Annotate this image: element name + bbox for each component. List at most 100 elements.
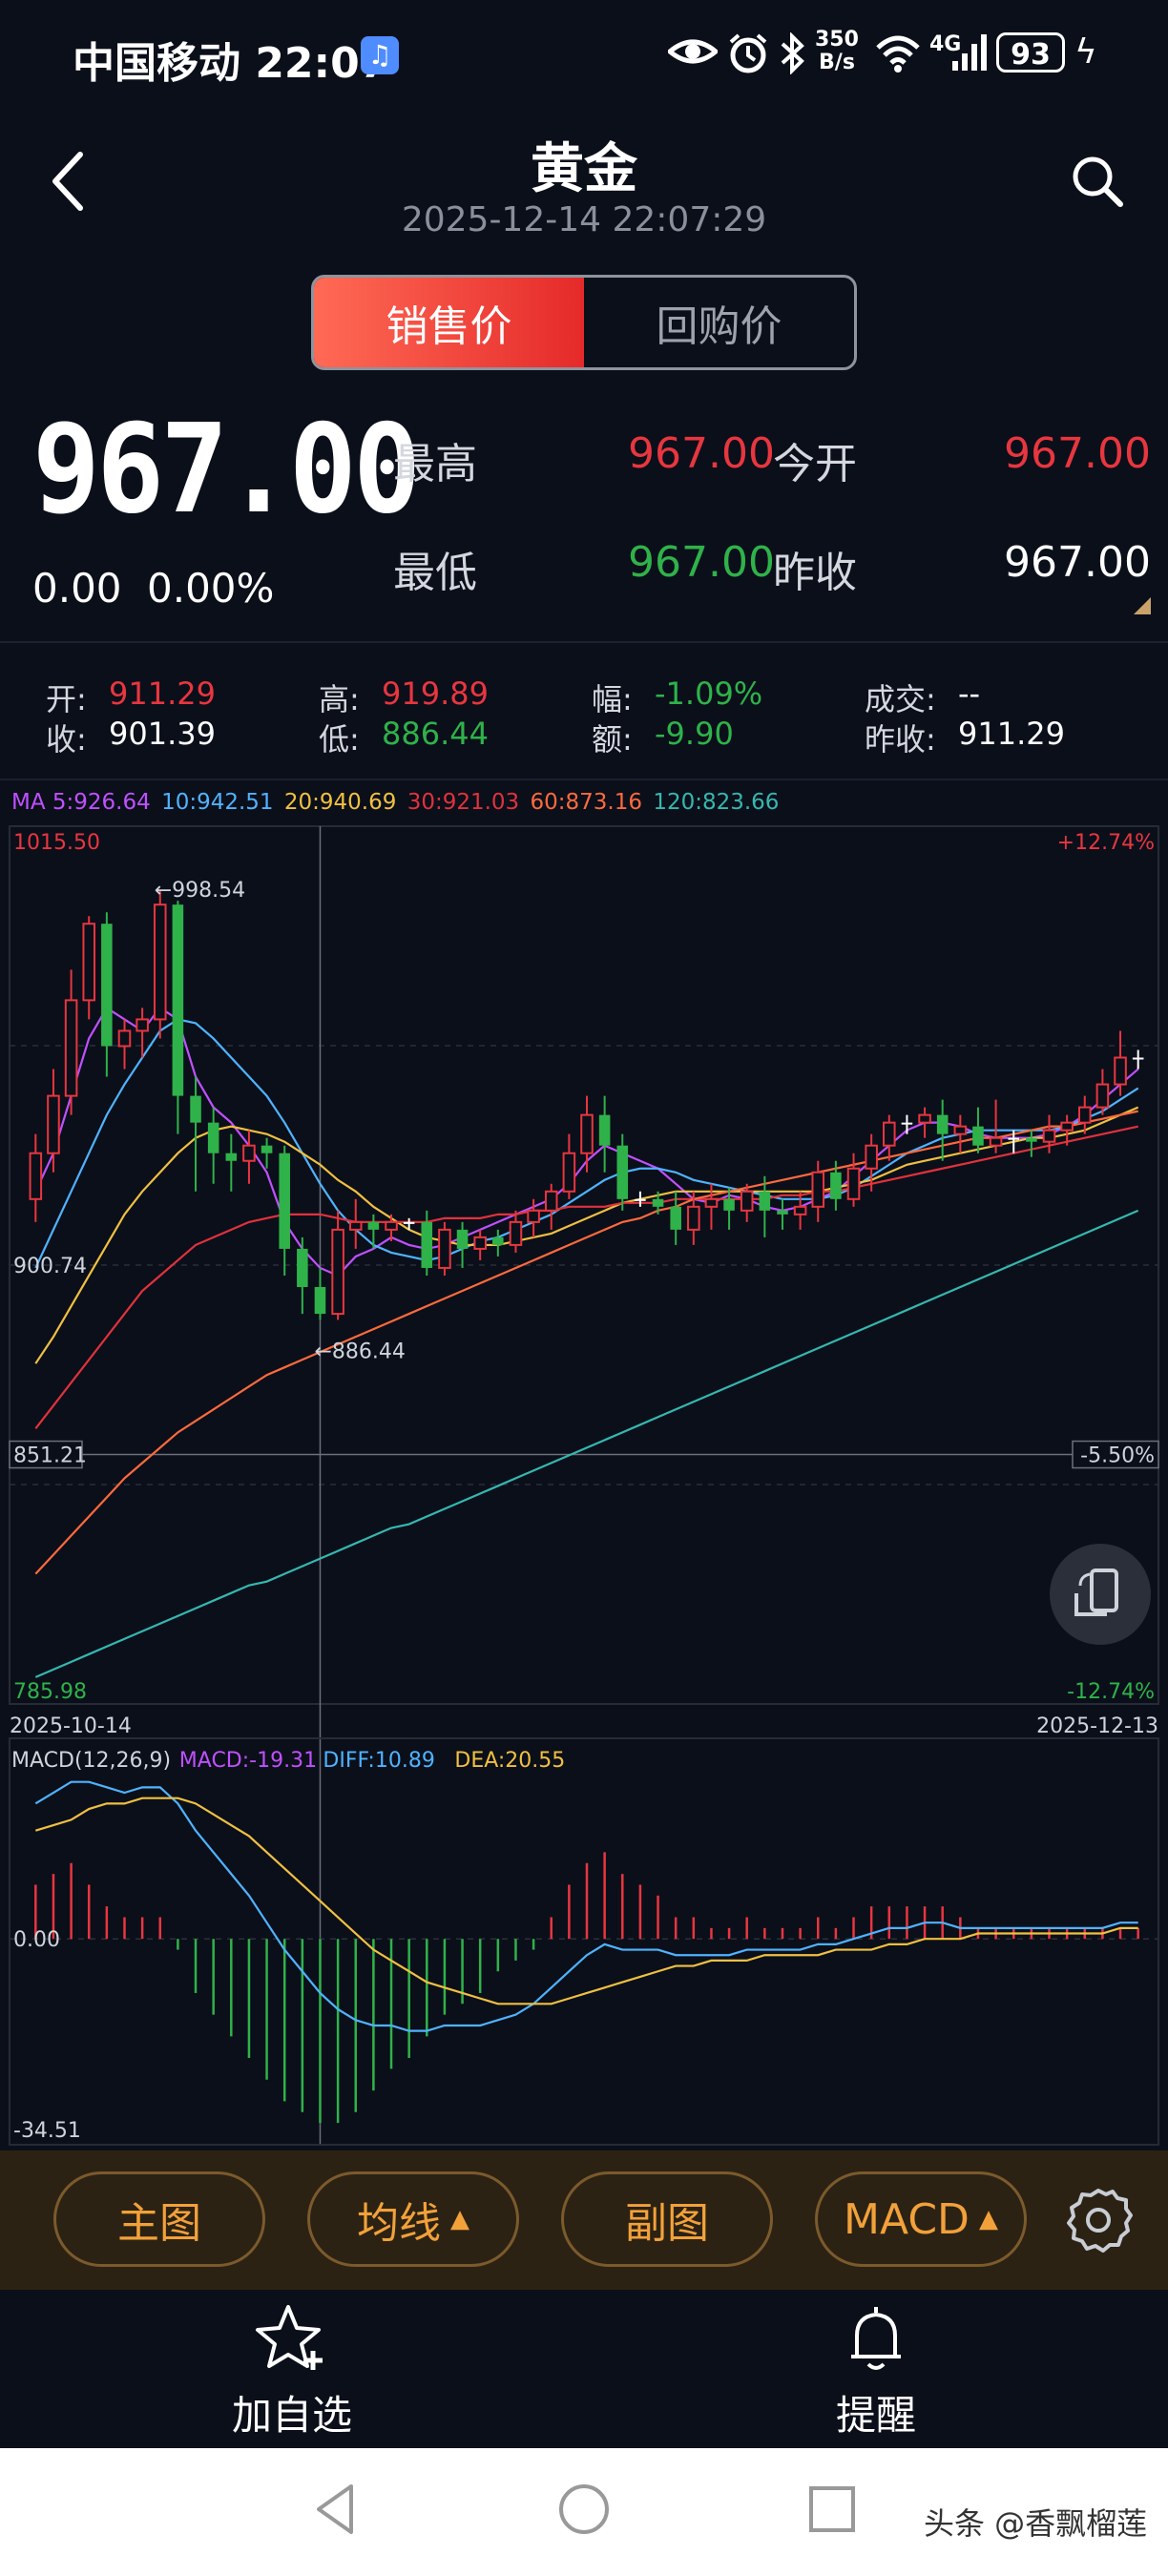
ohlc-close-value: 901.39	[109, 716, 216, 752]
divider	[0, 641, 1168, 643]
candle-body	[777, 1210, 788, 1215]
rotate-screen-button[interactable]	[1050, 1544, 1151, 1645]
candle-body	[153, 904, 167, 1021]
candle-body	[598, 1114, 611, 1146]
macd-y-min: -34.51	[13, 2119, 81, 2143]
low-label: 最低	[393, 549, 477, 597]
candle-body	[652, 1198, 664, 1207]
macd-indicator-button[interactable]: MACD ▲	[815, 2171, 1027, 2267]
high-value: 967.00	[628, 429, 775, 478]
signal-icon	[950, 32, 989, 81]
candle-body	[207, 1122, 219, 1153]
candle-body	[544, 1190, 558, 1212]
candle-body	[793, 1205, 807, 1215]
recents-nav-icon[interactable]	[807, 2484, 857, 2538]
candle-body	[723, 1198, 735, 1211]
ohlc-low-value: 886.44	[382, 716, 489, 752]
price-alert-button[interactable]: 提醒	[733, 2301, 1019, 2441]
ma-line-120	[34, 1209, 1139, 1678]
candle-body	[1060, 1121, 1074, 1132]
price-change: 0.00	[32, 565, 122, 612]
triangle-up-icon: ▲	[450, 2205, 469, 2233]
price-type-tabs: 销售价 回购价	[311, 275, 857, 370]
candle-body	[704, 1197, 719, 1208]
annotation-low: ←886.44	[314, 1340, 405, 1363]
main-chart-button[interactable]: 主图	[53, 2171, 265, 2267]
candle-body	[403, 1221, 415, 1224]
candle-body	[367, 1221, 380, 1230]
macd-y-zero: 0.00	[13, 1928, 60, 1952]
ohlc-close-label: 收:	[46, 721, 87, 758]
kline-chart[interactable]: 1015.50 900.74 851.21 785.98 +12.74% -5.50% -1…	[0, 782, 1168, 2147]
tab-sell-price[interactable]: 销售价	[314, 278, 584, 367]
candle-body	[759, 1191, 771, 1211]
candle-body	[635, 1198, 646, 1201]
candle-body	[242, 1144, 256, 1162]
bluetooth-icon	[779, 31, 807, 83]
candle-body	[190, 1095, 201, 1123]
search-icon[interactable]	[1069, 153, 1126, 210]
candle-body	[811, 1171, 825, 1208]
tab-buyback-price[interactable]: 回购价	[584, 278, 854, 367]
candle-body	[1078, 1106, 1092, 1124]
price-change-percent: 0.00%	[147, 565, 275, 612]
ohlc-prev-close-value: 911.29	[958, 716, 1065, 752]
ohlc-high-value: 919.89	[382, 675, 489, 712]
ma-lines-button[interactable]: 均线 ▲	[307, 2171, 519, 2267]
candle-body	[29, 1152, 43, 1200]
y-label-max: 1015.50	[13, 831, 100, 855]
candle-body	[492, 1236, 504, 1245]
candle-body	[865, 1144, 878, 1170]
battery-indicator: 93	[996, 32, 1065, 73]
crosshair-price-label: 851.21	[13, 1444, 87, 1468]
y-label-mid: 900.74	[13, 1255, 87, 1278]
sub-chart-button[interactable]: 副图	[561, 2171, 773, 2267]
candle-body	[225, 1153, 238, 1161]
candle-body	[527, 1209, 540, 1223]
macd-legend-label: MACD(12,26,9)	[11, 1749, 171, 1773]
wifi-icon	[874, 32, 922, 81]
gear-icon[interactable]	[1063, 2185, 1134, 2255]
x-label-start: 2025-10-14	[10, 1714, 132, 1738]
high-label: 最高	[393, 440, 477, 488]
ohlc-amount-label: 额:	[592, 721, 633, 758]
candle-body	[989, 1136, 1003, 1147]
ohlc-range-label: 幅:	[592, 681, 633, 717]
triangle-up-icon: ▲	[978, 2205, 998, 2233]
candle-body	[421, 1221, 433, 1268]
divider	[0, 779, 1168, 780]
candle-body	[331, 1228, 344, 1316]
add-watchlist-button[interactable]: 加自选	[149, 2301, 435, 2441]
macd-histogram	[34, 1852, 1139, 2124]
candle-body	[687, 1205, 700, 1231]
candle-body	[1132, 1057, 1144, 1060]
candle-body	[972, 1126, 984, 1146]
expand-corner-icon[interactable]	[1134, 597, 1151, 614]
candle-body	[918, 1113, 931, 1124]
page-datetime: 2025-12-14 22:07:29	[401, 200, 767, 239]
ohlc-amount-value: -9.90	[655, 716, 734, 752]
eye-icon	[666, 32, 720, 79]
candle-body	[830, 1172, 842, 1199]
candle-body	[562, 1152, 576, 1193]
ohlc-volume-label: 成交:	[865, 681, 936, 717]
ohlc-volume-value: --	[958, 675, 981, 712]
candle-body	[64, 999, 78, 1097]
macd-legend-diff: DIFF:10.89	[323, 1749, 434, 1773]
candle-body	[473, 1236, 487, 1250]
candle-body	[901, 1122, 913, 1125]
home-nav-icon[interactable]	[557, 2483, 611, 2540]
chart-toolbar: 主图 均线 ▲ 副图 MACD ▲	[0, 2150, 1168, 2290]
x-label-end: 2025-12-13	[1036, 1714, 1158, 1738]
candle-body	[1026, 1137, 1037, 1142]
pct-label-max: +12.74%	[1057, 831, 1155, 855]
ohlc-low-label: 低:	[319, 721, 360, 758]
crosshair-pct-label: -5.50%	[1080, 1444, 1155, 1468]
candle-body	[1042, 1129, 1056, 1143]
candle-body	[846, 1167, 861, 1200]
back-nav-icon[interactable]	[311, 2481, 359, 2542]
ma-line-60	[34, 1110, 1138, 1575]
star-plus-icon	[256, 2305, 323, 2370]
candle-body	[385, 1220, 398, 1231]
candle-body	[1114, 1056, 1127, 1086]
